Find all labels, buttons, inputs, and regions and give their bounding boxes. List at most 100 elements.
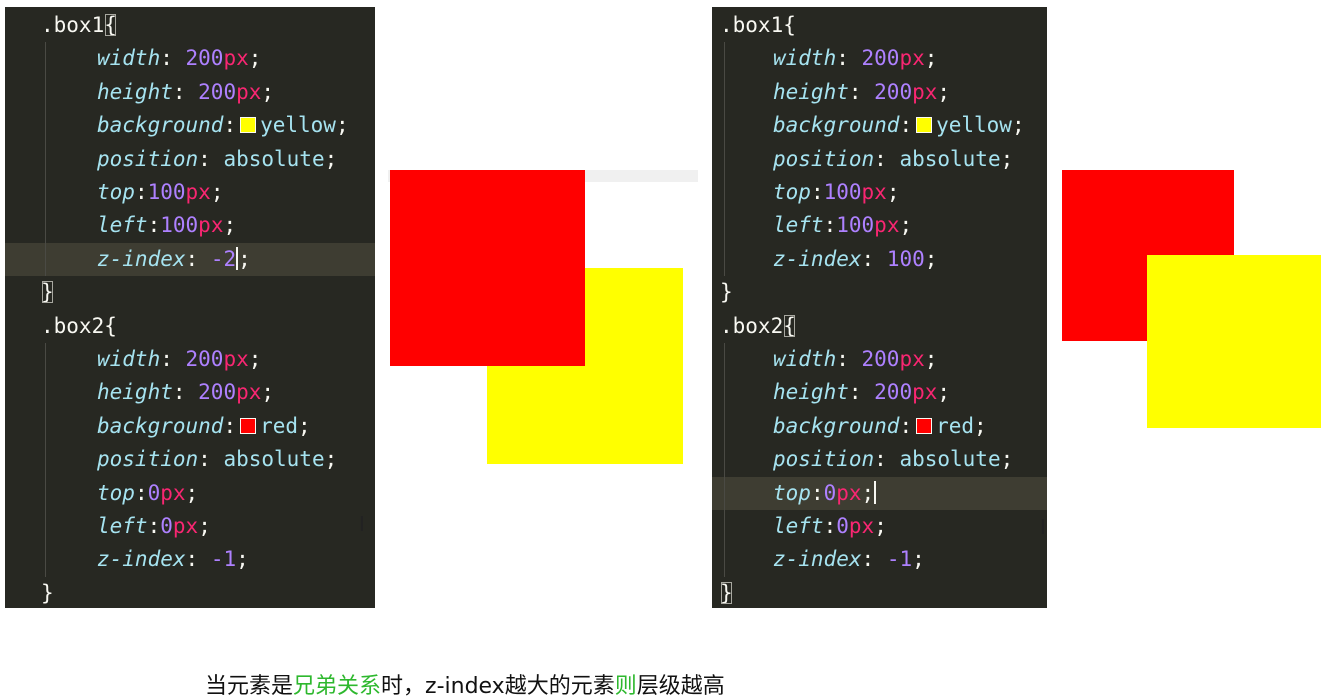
code-line[interactable]: z-index: 100;: [712, 243, 1047, 276]
semicolon: ;: [236, 547, 249, 572]
code-line[interactable]: background: red;: [5, 410, 375, 443]
code-line[interactable]: position: absolute;: [5, 143, 375, 176]
css-unit: px: [223, 347, 249, 371]
colon: :: [198, 447, 224, 472]
css-property: z-index: [97, 547, 186, 572]
colon: :: [810, 180, 824, 204]
code-line[interactable]: top:0px;: [712, 476, 1047, 510]
css-number: 100: [147, 180, 186, 204]
code-line[interactable]: }: [712, 577, 1047, 608]
code-line[interactable]: z-index: -2;: [5, 242, 375, 276]
code-line[interactable]: top:0px;: [5, 477, 375, 510]
code-line[interactable]: .box2{: [5, 310, 375, 343]
code-line[interactable]: left:0px;: [712, 510, 1047, 543]
css-number: 0: [823, 480, 837, 505]
semicolon: ;: [223, 213, 237, 238]
code-line[interactable]: left:100px;: [5, 209, 375, 242]
code-line[interactable]: background: yellow;: [712, 109, 1047, 142]
color-swatch-icon[interactable]: [916, 417, 933, 434]
code-line[interactable]: background: red;: [712, 410, 1047, 443]
code-line[interactable]: .box2{: [712, 310, 1047, 343]
text-caret: [874, 480, 877, 504]
css-number: 100: [886, 246, 925, 271]
css-unit: px: [185, 180, 211, 204]
colon: :: [823, 213, 837, 238]
css-property: position: [97, 447, 199, 472]
css-property: position: [773, 146, 875, 171]
css-property: height: [97, 79, 173, 104]
css-unit: px: [160, 480, 186, 505]
code-line[interactable]: width: 200px;: [712, 42, 1047, 75]
css-unit: px: [912, 79, 938, 104]
code-line[interactable]: position: absolute;: [5, 443, 375, 476]
css-number: 200: [861, 347, 900, 371]
code-line[interactable]: z-index: -1;: [5, 543, 375, 576]
code-editor-right[interactable]: .box1{width: 200px; height: 200px; backgro…: [712, 7, 1047, 608]
code-line[interactable]: position: absolute;: [712, 143, 1047, 176]
semicolon: ;: [1000, 146, 1014, 171]
code-line[interactable]: width: 200px;: [5, 42, 375, 75]
css-property: background: [97, 413, 224, 438]
code-line[interactable]: left:100px;: [712, 209, 1047, 242]
colon: :: [823, 514, 837, 538]
code-line[interactable]: position: absolute;: [712, 443, 1047, 476]
code-line[interactable]: background: yellow;: [5, 109, 375, 142]
close-brace: }: [41, 280, 54, 305]
css-number: 100: [823, 180, 862, 204]
code-line[interactable]: height: 200px;: [712, 376, 1047, 409]
css-property: position: [773, 447, 875, 472]
code-line[interactable]: height: 200px;: [5, 376, 375, 409]
css-selector: .box2: [720, 313, 784, 338]
code-line[interactable]: z-index: -1;: [712, 543, 1047, 576]
color-swatch-icon[interactable]: [240, 417, 257, 434]
css-unit: px: [912, 380, 938, 405]
css-number: 200: [185, 46, 224, 71]
code-editor-left[interactable]: .box1{width: 200px; height: 200px; backgro…: [5, 7, 375, 608]
colon: :: [874, 447, 900, 472]
color-swatch-icon[interactable]: [240, 117, 257, 134]
css-number: 0: [147, 480, 161, 505]
open-brace: {: [104, 13, 117, 37]
css-property: height: [773, 380, 849, 405]
color-swatch-icon[interactable]: [916, 117, 933, 134]
code-line[interactable]: width: 200px;: [712, 343, 1047, 376]
open-brace: {: [783, 13, 796, 37]
colon: :: [874, 146, 900, 171]
css-property: left: [97, 514, 148, 538]
code-line[interactable]: .box1{: [5, 9, 375, 42]
css-selector: .box1: [720, 13, 784, 37]
code-line[interactable]: top:100px;: [5, 176, 375, 209]
colon: :: [848, 79, 875, 104]
code-line[interactable]: height: 200px;: [5, 76, 375, 109]
code-line[interactable]: top:100px;: [712, 176, 1047, 209]
css-value: red: [936, 413, 975, 438]
css-unit: px: [236, 79, 262, 104]
code-line[interactable]: }: [5, 276, 375, 309]
css-value: yellow: [260, 113, 336, 138]
css-property: width: [773, 347, 837, 371]
css-number: 200: [874, 79, 913, 104]
semicolon: ;: [335, 113, 349, 138]
semicolon: ;: [198, 514, 211, 538]
css-selector: .box2: [41, 313, 105, 338]
code-line[interactable]: height: 200px;: [712, 76, 1047, 109]
css-property: top: [97, 180, 135, 204]
css-property: left: [97, 213, 148, 238]
code-line[interactable]: }: [5, 577, 375, 608]
code-line[interactable]: }: [712, 276, 1047, 309]
colon: :: [223, 113, 237, 138]
colon: :: [147, 514, 161, 538]
code-line[interactable]: width: 200px;: [5, 343, 375, 376]
code-line[interactable]: .box1{: [712, 9, 1047, 42]
close-brace: }: [720, 580, 733, 605]
css-number: 200: [185, 347, 224, 371]
open-brace: {: [783, 313, 796, 338]
colon: :: [223, 413, 237, 438]
css-property: background: [97, 113, 224, 138]
colon: :: [836, 347, 862, 371]
code-line[interactable]: left:0px;: [5, 510, 375, 543]
css-property: height: [97, 380, 173, 405]
colon: :: [848, 380, 875, 405]
semicolon: ;: [861, 480, 875, 505]
css-number: 200: [874, 380, 913, 405]
